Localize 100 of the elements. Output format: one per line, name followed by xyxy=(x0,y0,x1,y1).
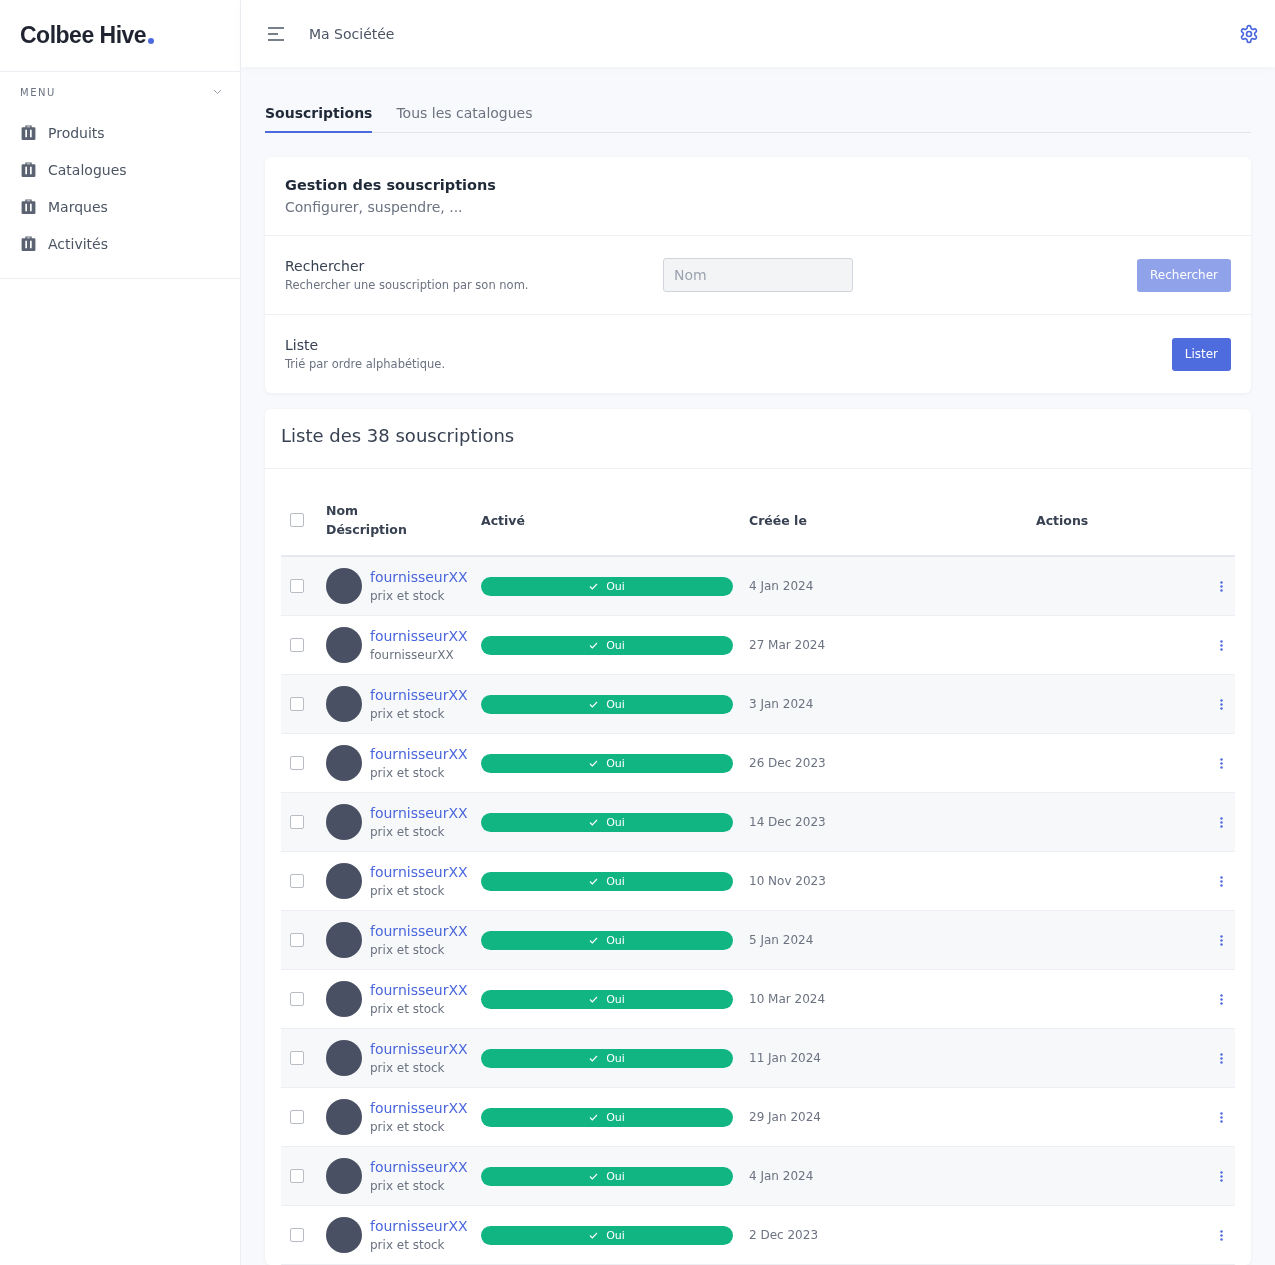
card-title: Gestion des souscriptions xyxy=(285,177,497,193)
status-badge: Oui xyxy=(481,1166,733,1186)
settings-icon[interactable] xyxy=(1239,23,1259,44)
description-text: prix et stock xyxy=(370,1179,446,1193)
row-checkbox[interactable] xyxy=(290,579,304,593)
row-checkbox[interactable] xyxy=(290,756,304,770)
status-badge: Oui xyxy=(481,1107,733,1127)
status-badge: Oui xyxy=(481,812,733,832)
description-text: fournisseurXX xyxy=(370,648,455,662)
created-date: 4 Jan 2024 xyxy=(749,1169,815,1183)
more-actions-button[interactable] xyxy=(1218,1227,1225,1243)
column-header: Déscription xyxy=(326,522,408,537)
status-badge: Oui xyxy=(481,871,733,891)
status-badge: Oui xyxy=(481,753,733,773)
description-text: prix et stock xyxy=(370,766,446,780)
more-actions-button[interactable] xyxy=(1218,1168,1225,1184)
row-checkbox[interactable] xyxy=(290,1051,304,1065)
more-actions-button[interactable] xyxy=(1218,1109,1225,1125)
created-date: 4 Jan 2024 xyxy=(749,579,815,593)
avatar xyxy=(326,627,362,663)
avatar xyxy=(326,1158,362,1194)
check-icon xyxy=(589,1172,599,1180)
tab[interactable]: Souscriptions xyxy=(265,97,373,133)
name-link[interactable]: fournisseurXX xyxy=(370,864,468,880)
more-actions-button[interactable] xyxy=(1218,814,1225,830)
more-actions-button[interactable] xyxy=(1218,991,1225,1007)
status-badge: Oui xyxy=(481,1225,733,1245)
more-actions-button[interactable] xyxy=(1218,1050,1225,1066)
name-link[interactable]: fournisseurXX xyxy=(370,1100,468,1116)
status-badge: Oui xyxy=(481,635,733,655)
row-checkbox[interactable] xyxy=(290,992,304,1006)
created-date: 10 Nov 2023 xyxy=(749,874,827,888)
check-icon xyxy=(589,877,599,885)
tab[interactable]: Tous les catalogues xyxy=(396,97,533,133)
more-actions-button[interactable] xyxy=(1218,873,1225,889)
created-date: 10 Mar 2024 xyxy=(749,992,827,1006)
avatar xyxy=(326,568,362,604)
list-button[interactable]: Lister xyxy=(1171,337,1231,371)
chevron-down-icon[interactable] xyxy=(213,89,222,95)
name-link[interactable]: fournisseurXX xyxy=(370,923,468,939)
name-link[interactable]: fournisseurXX xyxy=(370,1041,468,1057)
more-actions-button[interactable] xyxy=(1218,755,1225,771)
avatar xyxy=(326,686,362,722)
logo: Colbee Hive xyxy=(20,22,155,49)
column-header: Actions xyxy=(1036,512,1089,528)
avatar xyxy=(326,1217,362,1253)
section-description: Trié par ordre alphabétique. xyxy=(285,357,447,371)
briefcase-icon xyxy=(20,161,37,178)
row-checkbox[interactable] xyxy=(290,933,304,947)
sidebar-item[interactable]: Activités xyxy=(20,225,222,262)
row-checkbox[interactable] xyxy=(290,1110,304,1124)
menu-label: MENU xyxy=(20,86,56,98)
briefcase-icon xyxy=(20,235,37,252)
row-checkbox[interactable] xyxy=(290,1169,304,1183)
name-link[interactable]: fournisseurXX xyxy=(370,746,468,762)
more-actions-button[interactable] xyxy=(1218,696,1225,712)
sidebar-item[interactable]: Catalogues xyxy=(20,151,222,188)
description-text: prix et stock xyxy=(370,707,446,721)
name-link[interactable]: fournisseurXX xyxy=(370,1159,468,1175)
description-text: prix et stock xyxy=(370,1061,446,1075)
description-text: prix et stock xyxy=(370,1002,446,1016)
check-icon xyxy=(589,995,599,1003)
description-text: prix et stock xyxy=(370,1120,446,1134)
status-badge: Oui xyxy=(481,1048,733,1068)
name-link[interactable]: fournisseurXX xyxy=(370,982,468,998)
status-badge: Oui xyxy=(481,694,733,714)
check-icon xyxy=(589,700,599,708)
row-checkbox[interactable] xyxy=(290,1228,304,1242)
name-link[interactable]: fournisseurXX xyxy=(370,628,468,644)
check-icon xyxy=(589,1054,599,1062)
check-icon xyxy=(589,582,599,590)
description-text: prix et stock xyxy=(370,884,446,898)
row-checkbox[interactable] xyxy=(290,874,304,888)
name-link[interactable]: fournisseurXX xyxy=(370,569,468,585)
check-icon xyxy=(589,641,599,649)
row-checkbox[interactable] xyxy=(290,815,304,829)
name-link[interactable]: fournisseurXX xyxy=(370,687,468,703)
created-date: 27 Mar 2024 xyxy=(749,638,827,652)
row-checkbox[interactable] xyxy=(290,697,304,711)
section-title: Liste xyxy=(285,337,320,353)
sidebar-item[interactable]: Marques xyxy=(20,188,222,225)
sidebar-item[interactable]: Produits xyxy=(20,114,222,151)
menu-icon[interactable] xyxy=(267,26,285,41)
section-description: Rechercher une souscription par son nom. xyxy=(285,278,530,292)
avatar xyxy=(326,922,362,958)
more-actions-button[interactable] xyxy=(1218,637,1225,653)
check-icon xyxy=(589,1231,599,1239)
row-checkbox[interactable] xyxy=(290,638,304,652)
more-actions-button[interactable] xyxy=(1218,578,1225,594)
created-date: 14 Dec 2023 xyxy=(749,815,827,829)
company-name: Ma Sociétée xyxy=(309,25,396,42)
check-icon xyxy=(589,936,599,944)
more-actions-button[interactable] xyxy=(1218,932,1225,948)
check-icon xyxy=(589,818,599,826)
briefcase-icon xyxy=(20,124,37,141)
name-link[interactable]: fournisseurXX xyxy=(370,1218,468,1234)
description-text: prix et stock xyxy=(370,943,446,957)
name-link[interactable]: fournisseurXX xyxy=(370,805,468,821)
status-badge: Oui xyxy=(481,576,733,596)
select-all-checkbox[interactable] xyxy=(290,513,304,527)
